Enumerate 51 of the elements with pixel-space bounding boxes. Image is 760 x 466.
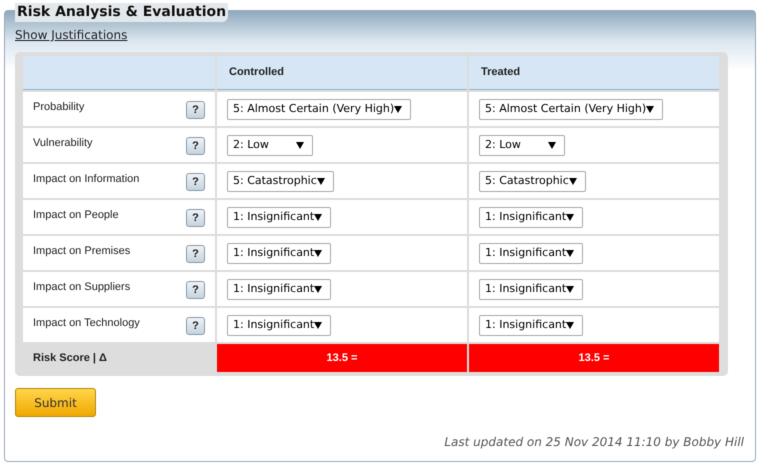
- row-label: Impact on Suppliers: [33, 280, 130, 295]
- caret-icon: [566, 249, 574, 257]
- caret-icon: [314, 249, 322, 257]
- dropdown[interactable]: 5: Catastrophic: [479, 170, 586, 192]
- dropdown[interactable]: 1: Insignificant: [479, 278, 584, 300]
- caret-icon: [566, 285, 574, 293]
- dropdown[interactable]: 2: Low: [479, 134, 565, 156]
- dropdown[interactable]: 1: Insignificant: [479, 206, 584, 228]
- help-button[interactable]: ?: [186, 137, 205, 155]
- help-button[interactable]: ?: [186, 281, 205, 299]
- caret-icon: [646, 105, 654, 113]
- dropdown[interactable]: 1: Insignificant: [227, 278, 332, 300]
- last-updated-text: Last updated on 25 Nov 2014 11:10 by Bobby Hill: [444, 434, 744, 451]
- column-header: Controlled: [217, 56, 467, 90]
- dropdown[interactable]: 5: Almost Certain (Very High): [227, 98, 412, 120]
- dropdown[interactable]: 1: Insignificant: [479, 314, 584, 336]
- row-label: Probability: [33, 100, 84, 115]
- help-button[interactable]: ?: [186, 209, 205, 227]
- row-label: Impact on Information: [33, 172, 140, 187]
- risk-score-cell: 13.5 =: [469, 344, 719, 372]
- caret-icon: [314, 321, 322, 329]
- dropdown[interactable]: 5: Catastrophic: [227, 170, 334, 192]
- dropdown[interactable]: 1: Insignificant: [227, 314, 332, 336]
- caret-icon: [568, 177, 577, 185]
- caret-icon: [548, 141, 556, 149]
- dropdown[interactable]: 1: Insignificant: [479, 242, 584, 264]
- row-label: Impact on Technology: [33, 316, 140, 331]
- caret-icon: [394, 105, 402, 113]
- help-button[interactable]: ?: [186, 101, 205, 119]
- show-justifications-link[interactable]: Show Justifications: [15, 26, 128, 44]
- row-label: Impact on People: [33, 208, 119, 223]
- column-header: Treated: [469, 56, 719, 90]
- risk-score-label: Risk Score | Δ: [33, 350, 107, 366]
- caret-icon: [314, 285, 322, 293]
- row-label: Vulnerability: [33, 136, 93, 151]
- caret-icon: [296, 141, 304, 149]
- caret-icon: [566, 321, 574, 329]
- dropdown[interactable]: 2: Low: [227, 134, 313, 156]
- help-button[interactable]: ?: [186, 245, 205, 263]
- dropdown[interactable]: 1: Insignificant: [227, 242, 332, 264]
- dropdown[interactable]: 5: Almost Certain (Very High): [479, 98, 664, 120]
- submit-button[interactable]: Submit: [15, 388, 96, 417]
- risk-score-cell: 13.5 =: [217, 344, 467, 372]
- help-button[interactable]: ?: [186, 317, 205, 335]
- caret-icon: [314, 213, 322, 221]
- row-label: Impact on Premises: [33, 244, 130, 259]
- caret-icon: [316, 177, 325, 185]
- dropdown[interactable]: 1: Insignificant: [227, 206, 332, 228]
- panel-title: Risk Analysis & Evaluation: [15, 3, 228, 22]
- help-button[interactable]: ?: [186, 173, 205, 191]
- caret-icon: [566, 213, 574, 221]
